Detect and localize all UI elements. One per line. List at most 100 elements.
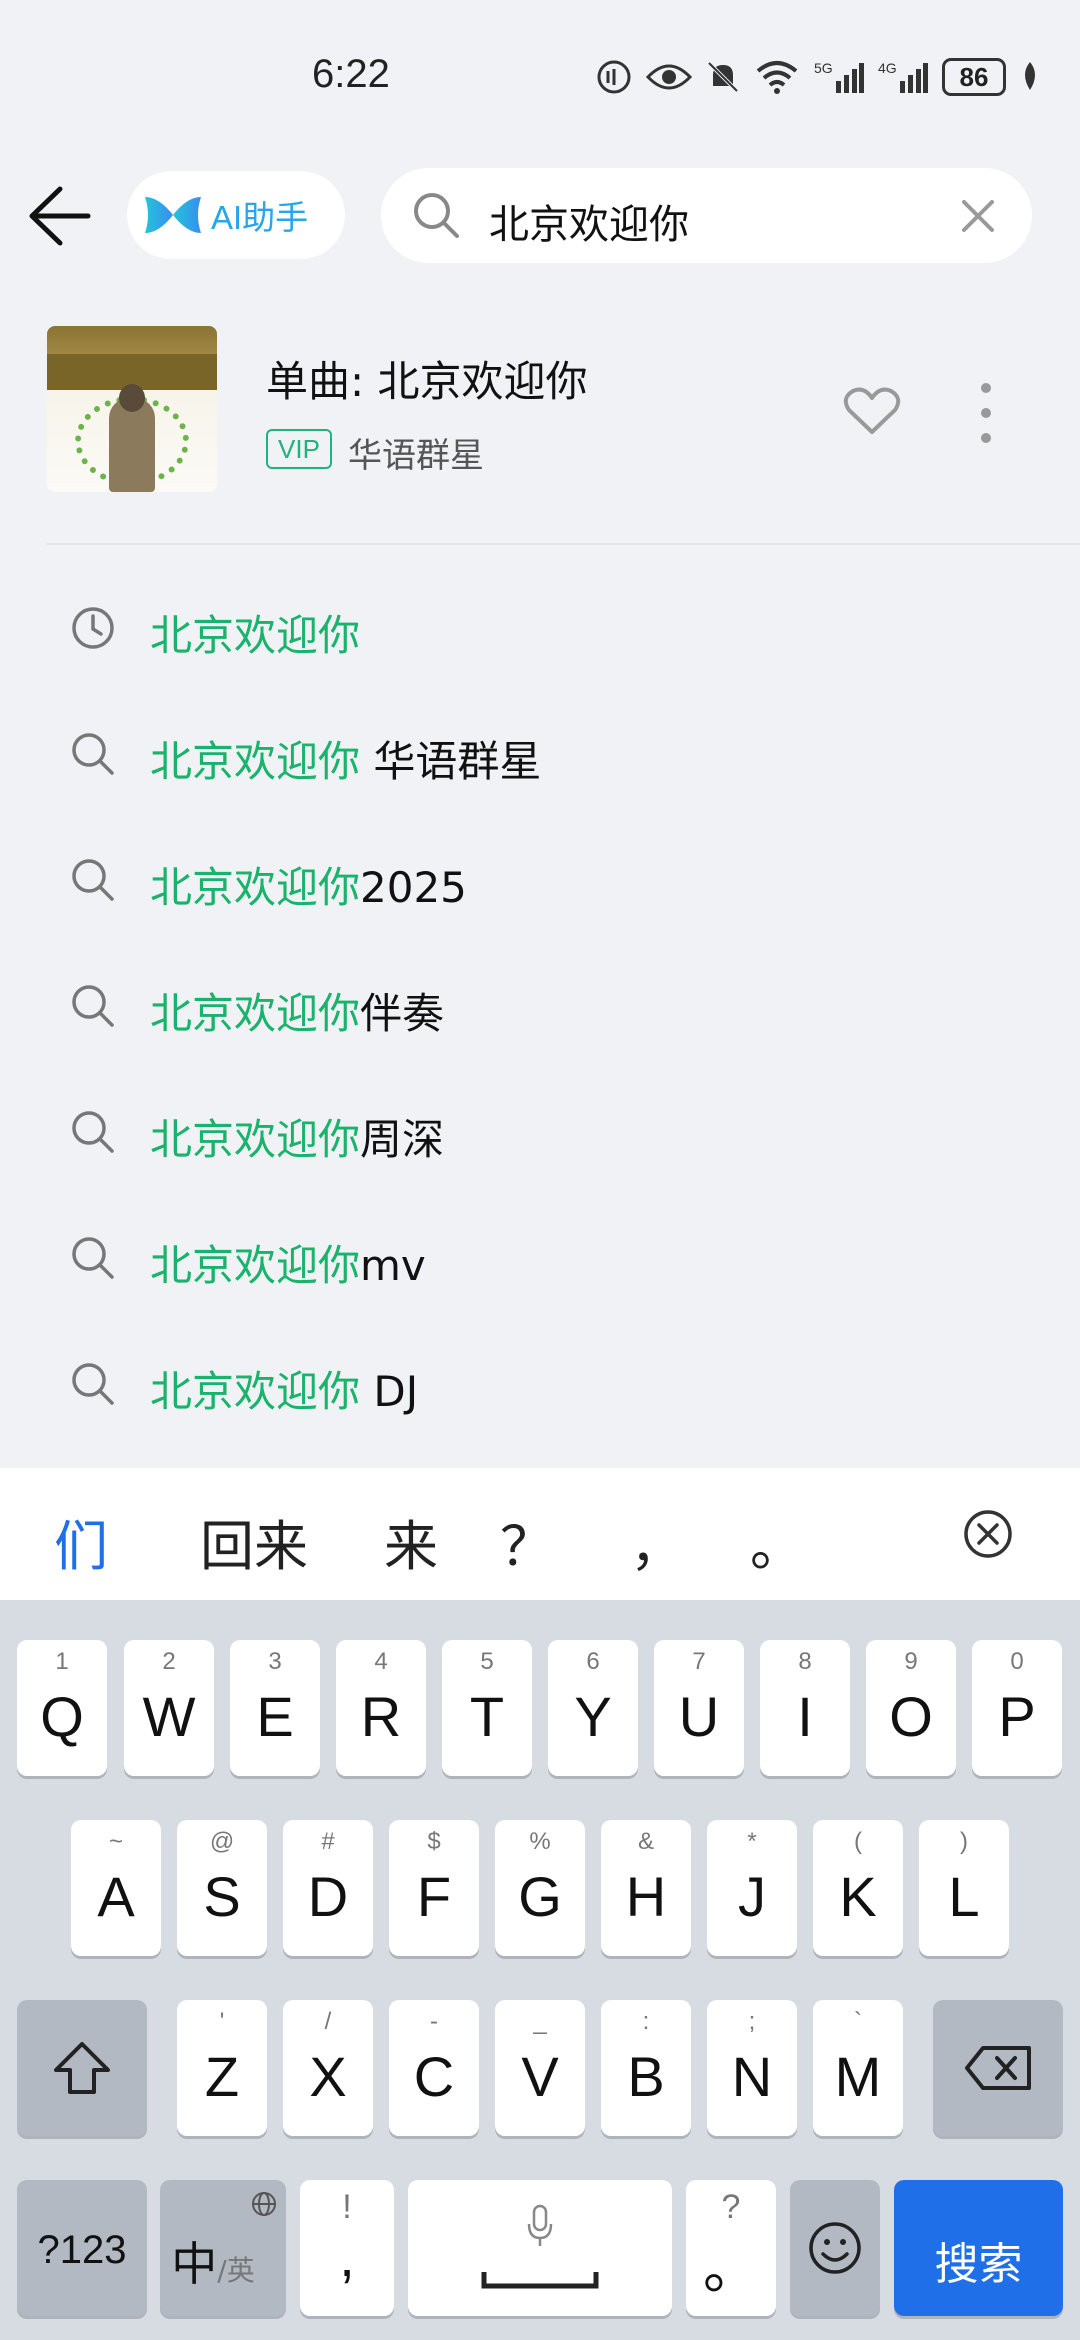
comma-key[interactable]: !, <box>300 2180 394 2316</box>
suggestion-rest: DJ <box>360 1367 419 1416</box>
key-u[interactable]: 7U <box>654 1640 744 1776</box>
key-n[interactable]: ; N <box>707 2000 797 2136</box>
suggestion-highlight: 北京欢迎你 <box>150 1367 361 1416</box>
key-x[interactable]: / X <box>283 2000 373 2136</box>
suggestion-item[interactable]: 北京欢迎你 DJ <box>0 1336 1080 1426</box>
search-icon <box>72 859 114 901</box>
search-submit-key[interactable]: 搜索 <box>894 2180 1063 2316</box>
key-v[interactable]: _ V <box>495 2000 585 2136</box>
key-h[interactable]: & H <box>601 1820 691 1956</box>
emoji-key[interactable] <box>790 2180 880 2316</box>
shift-key[interactable] <box>17 2000 147 2136</box>
ai-assistant-button[interactable]: AI助手 <box>127 171 345 259</box>
key-j[interactable]: * J <box>707 1820 797 1956</box>
key-w[interactable]: 2W <box>124 1640 214 1776</box>
key-b[interactable]: :B <box>601 2000 691 2136</box>
candidate-word[interactable]: ， <box>630 1502 684 1581</box>
signal-5g-icon: 5G <box>814 60 864 93</box>
ai-logo-icon <box>145 197 201 233</box>
key-d[interactable]: # D <box>283 1820 373 1956</box>
lang-key-sub: /英 <box>217 2254 255 2287</box>
key-z[interactable]: ' Z <box>177 2000 267 2136</box>
suggestion-item[interactable]: 北京欢迎你2025 <box>0 832 1080 922</box>
heart-icon[interactable] <box>843 386 901 436</box>
search-query-text: 北京欢迎你 <box>489 202 689 248</box>
leaf-icon <box>1025 62 1035 90</box>
suggestion-rest: 伴奏 <box>360 989 445 1038</box>
key-y[interactable]: 6Y <box>548 1640 638 1776</box>
microphone-icon <box>527 2204 553 2246</box>
signal-4g-icon: 4G <box>878 60 928 93</box>
status-icons: 5G 4G 86 <box>596 58 1040 96</box>
svg-text:5G: 5G <box>814 60 833 76</box>
search-icon <box>72 733 114 775</box>
suggestion-item[interactable]: 北京欢迎你周深 <box>0 1084 1080 1174</box>
suggestion-rest: 2025 <box>360 863 467 912</box>
key-r[interactable]: 4R <box>336 1640 426 1776</box>
ai-assistant-label: AI助手 <box>211 199 309 236</box>
suggestion-item[interactable]: 北京欢迎你 华语群星 <box>0 706 1080 796</box>
suggestion-highlight: 北京欢迎你 <box>150 1241 361 1290</box>
numbers-key[interactable]: ?123 <box>17 2180 147 2316</box>
search-icon <box>72 1363 114 1405</box>
mute-bell-icon <box>707 61 739 93</box>
key-p[interactable]: 0P <box>972 1640 1062 1776</box>
key-l[interactable]: ) L <box>919 1820 1009 1956</box>
search-icon <box>72 1237 114 1279</box>
key-f[interactable]: $ F <box>389 1820 479 1956</box>
key-s[interactable]: @ S <box>177 1820 267 1956</box>
back-arrow-icon[interactable] <box>26 185 92 247</box>
search-icon <box>72 1111 114 1153</box>
status-time: 6:22 <box>312 52 390 96</box>
wifi-icon <box>756 61 798 94</box>
suggestion-rest: mv <box>360 1241 426 1290</box>
key-i[interactable]: 8I <box>760 1640 850 1776</box>
key-e[interactable]: 3E <box>230 1640 320 1776</box>
key-g[interactable]: % G <box>495 1820 585 1956</box>
suggestion-highlight: 北京欢迎你 <box>150 989 361 1038</box>
key-o[interactable]: 9O <box>866 1640 956 1776</box>
candidate-word[interactable]: 来 <box>384 1502 438 1581</box>
history-icon <box>72 607 114 649</box>
suggestion-item[interactable]: 北京欢迎你 <box>0 580 1080 670</box>
space-bar-icon <box>481 2272 599 2289</box>
search-icon <box>414 193 459 238</box>
more-options-icon[interactable] <box>975 378 997 448</box>
backspace-key[interactable] <box>933 2000 1063 2136</box>
language-switch-key[interactable]: 中/英 <box>160 2180 286 2316</box>
key-m[interactable]: ` M <box>813 2000 903 2136</box>
song-artist: 华语群星 <box>348 436 484 476</box>
key-q[interactable]: 1Q <box>17 1640 107 1776</box>
suggestion-highlight: 北京欢迎你 <box>150 863 361 912</box>
search-input[interactable]: 北京欢迎你 <box>381 168 1032 263</box>
candidate-word[interactable]: 回来 <box>200 1502 308 1581</box>
eye-icon <box>646 64 692 90</box>
suggestion-item[interactable]: 北京欢迎你mv <box>0 1210 1080 1300</box>
search-header: AI助手 北京欢迎你 <box>0 165 1080 265</box>
key-c[interactable]: -C <box>389 2000 479 2136</box>
close-candidates-icon[interactable] <box>962 1508 1014 1560</box>
suggestion-highlight: 北京欢迎你 <box>150 611 361 660</box>
hd-call-icon <box>597 60 631 94</box>
suggestion-highlight: 北京欢迎你 <box>150 1115 361 1164</box>
key-t[interactable]: 5T <box>442 1640 532 1776</box>
clear-icon[interactable] <box>958 196 998 236</box>
globe-icon <box>252 2192 276 2216</box>
suggestion-item[interactable]: 北京欢迎你伴奏 <box>0 958 1080 1048</box>
divider <box>47 543 1080 545</box>
search-icon <box>72 985 114 1027</box>
shift-icon <box>54 2042 110 2094</box>
song-result-row[interactable]: 单曲: 北京欢迎你 VIP 华语群星 <box>0 318 1080 498</box>
backspace-icon <box>965 2046 1031 2090</box>
candidate-word[interactable]: ？ <box>500 1502 554 1581</box>
space-key[interactable] <box>408 2180 672 2316</box>
keyboard-candidate-bar: 们 回来 来 ？ ， 。 <box>0 1468 1080 1600</box>
key-k[interactable]: (K <box>813 1820 903 1956</box>
key-a[interactable]: ~ A <box>71 1820 161 1956</box>
song-title: 单曲: 北京欢迎你 <box>266 357 588 406</box>
candidate-word[interactable]: 。 <box>750 1502 804 1581</box>
lang-key-label: 中 <box>171 2237 218 2291</box>
period-key[interactable]: ?。 <box>686 2180 776 2316</box>
candidate-word[interactable]: 们 <box>54 1502 108 1581</box>
vip-badge: VIP <box>266 429 332 469</box>
